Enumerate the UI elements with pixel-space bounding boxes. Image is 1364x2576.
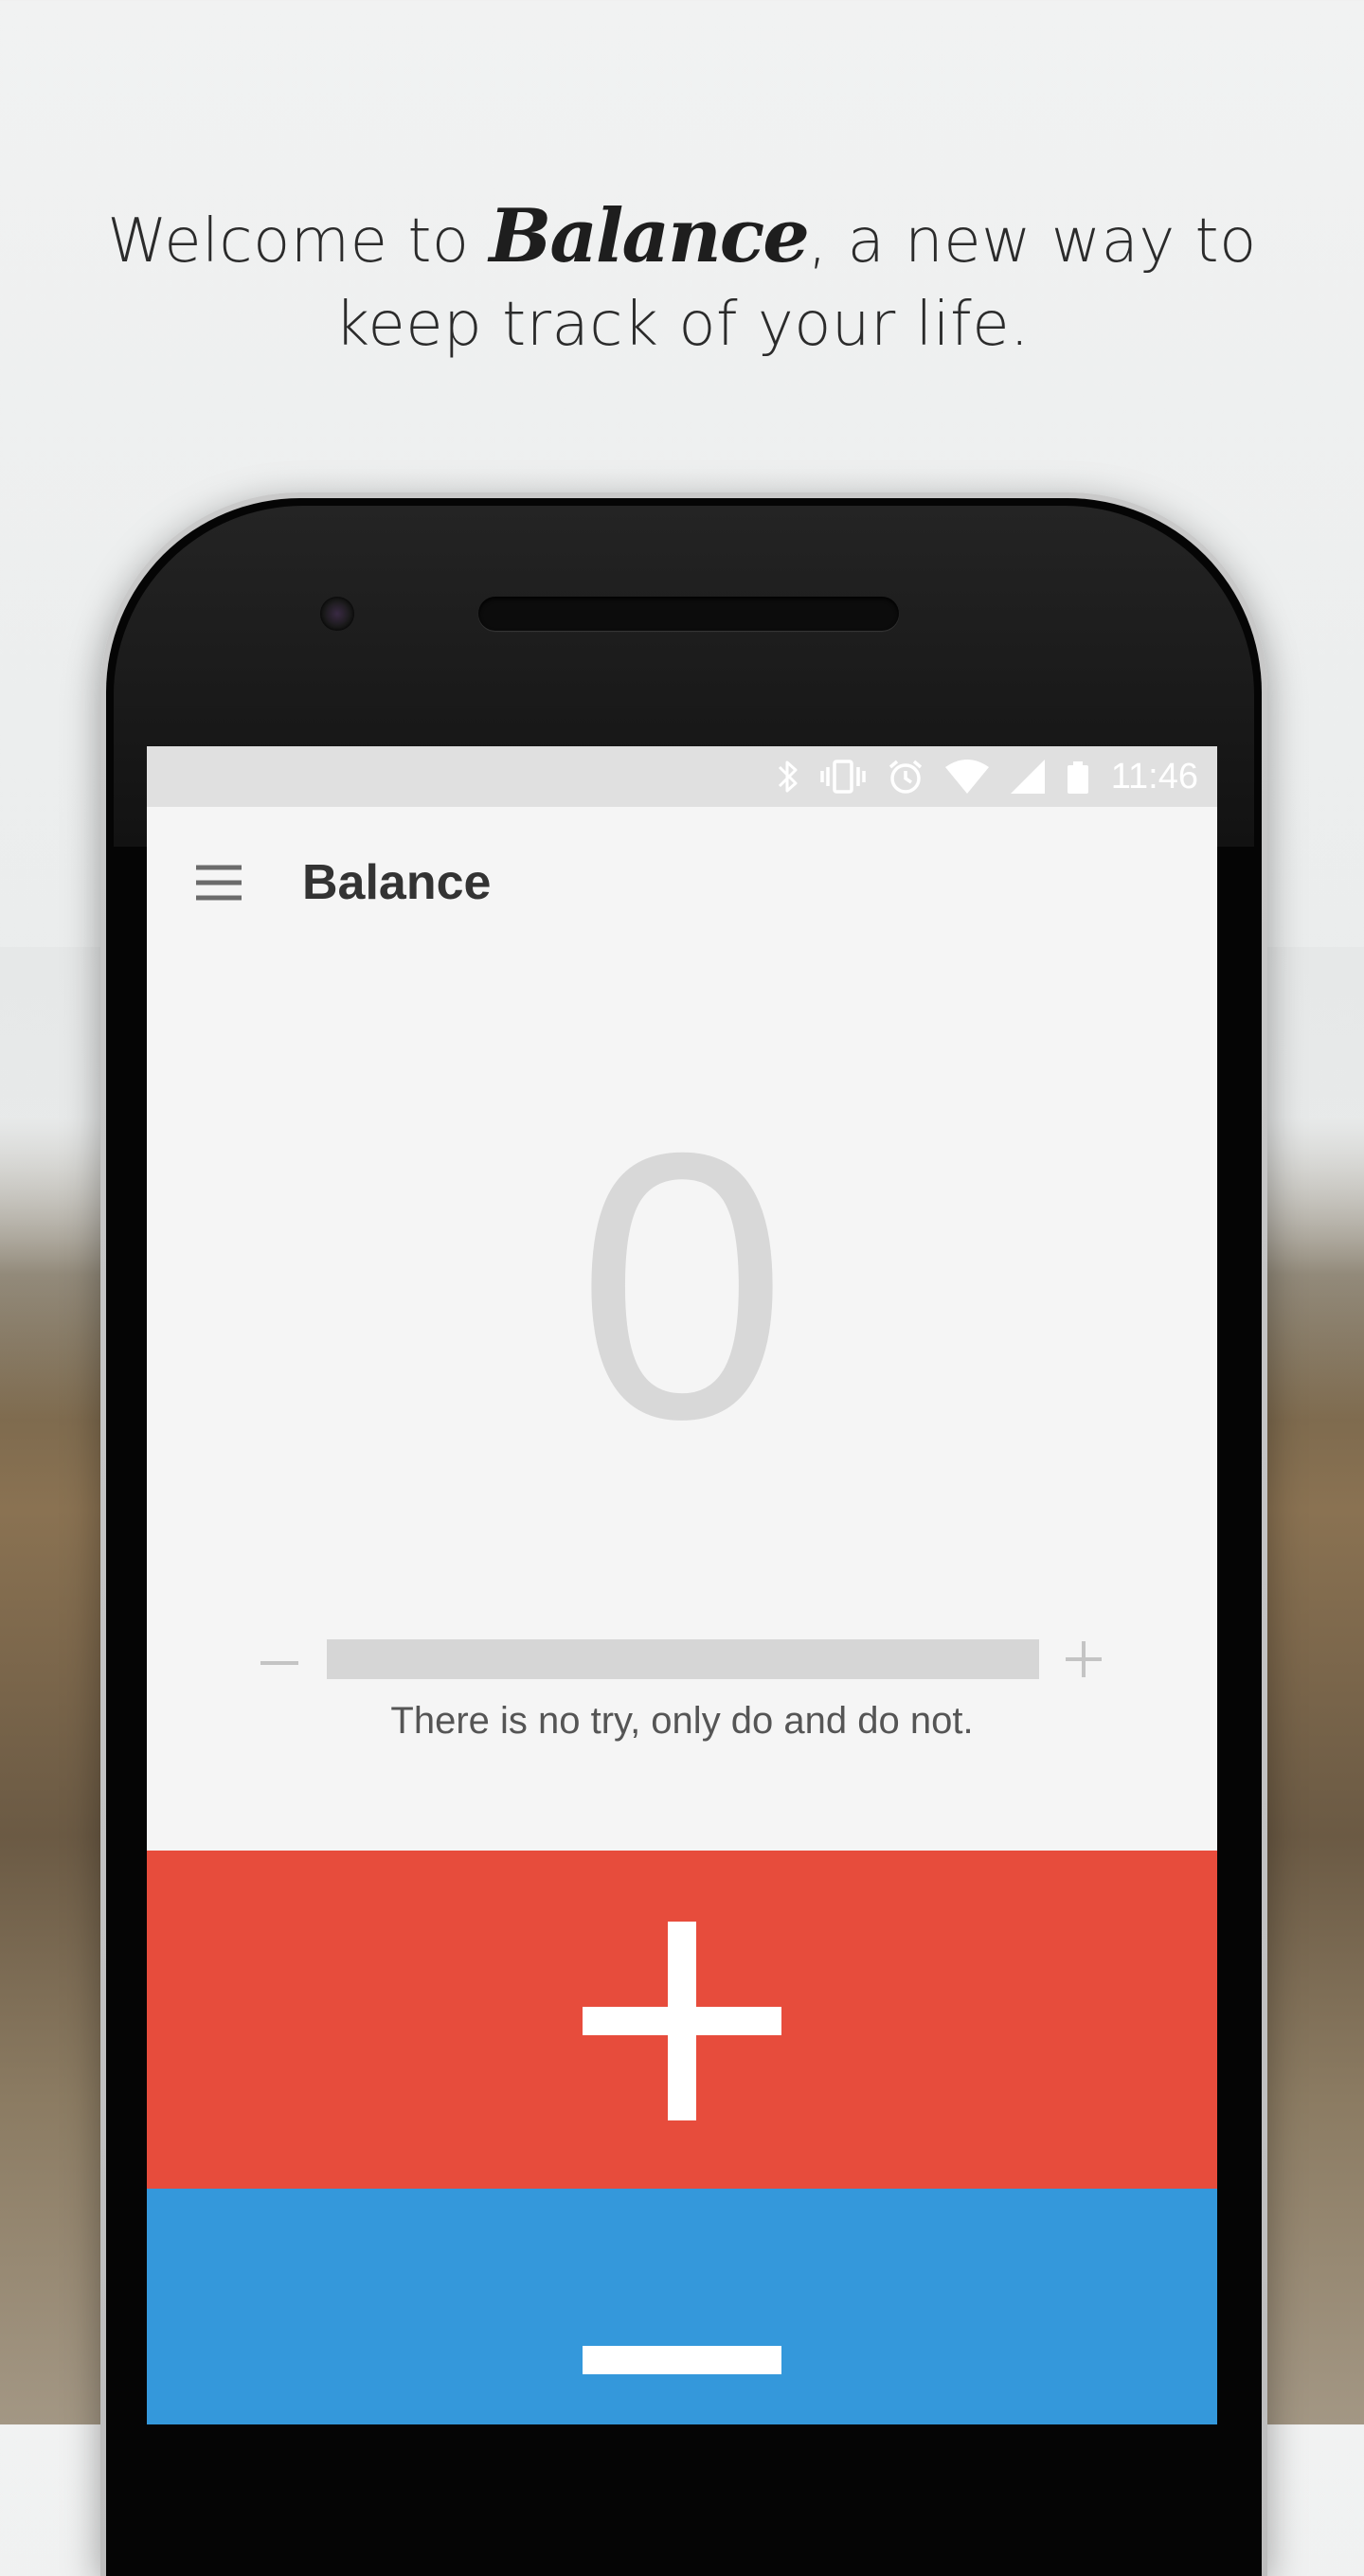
headline-text-before: Welcome to <box>107 206 490 277</box>
bluetooth-icon <box>776 758 800 796</box>
motivational-quote: There is no try, only do and do not. <box>390 1700 974 1742</box>
plus-icon <box>1064 1639 1104 1679</box>
status-time: 11:46 <box>1110 756 1198 796</box>
front-camera <box>320 597 354 631</box>
alarm-icon <box>886 758 925 796</box>
promo-headline-line2: keep track of your life. <box>334 290 1030 360</box>
app-bar: Balance <box>147 807 1217 958</box>
earpiece-speaker <box>478 597 899 631</box>
battery-icon <box>1066 758 1090 796</box>
vibrate-icon <box>819 758 867 796</box>
app-title: Balance <box>302 855 492 910</box>
hamburger-menu-icon[interactable] <box>192 856 245 909</box>
headline-text-after: , a new way to <box>807 206 1257 277</box>
plus-icon <box>583 1922 781 2120</box>
cell-signal-icon <box>1009 758 1047 796</box>
increment-button[interactable] <box>147 1851 1217 2189</box>
counter-value: 0 <box>576 1074 788 1497</box>
promo-headline: Welcome to Balance, a new way to keep tr… <box>0 195 1364 367</box>
minus-icon <box>260 1649 298 1677</box>
status-icons: 11:46 <box>776 746 1198 807</box>
decrement-button[interactable] <box>147 2189 1217 2424</box>
brand-wordmark: Balance <box>489 193 809 279</box>
promo-headline-line1: Welcome to Balance, a new way to <box>0 195 1364 283</box>
balance-progress-bar <box>327 1639 1039 1679</box>
wifi-icon <box>944 758 990 796</box>
status-bar: 11:46 <box>147 746 1217 807</box>
phone-screen: 11:46 Balance 0 There is no try, only do… <box>147 746 1217 2424</box>
progress-row <box>147 1639 1217 1687</box>
minus-icon <box>583 2346 781 2376</box>
